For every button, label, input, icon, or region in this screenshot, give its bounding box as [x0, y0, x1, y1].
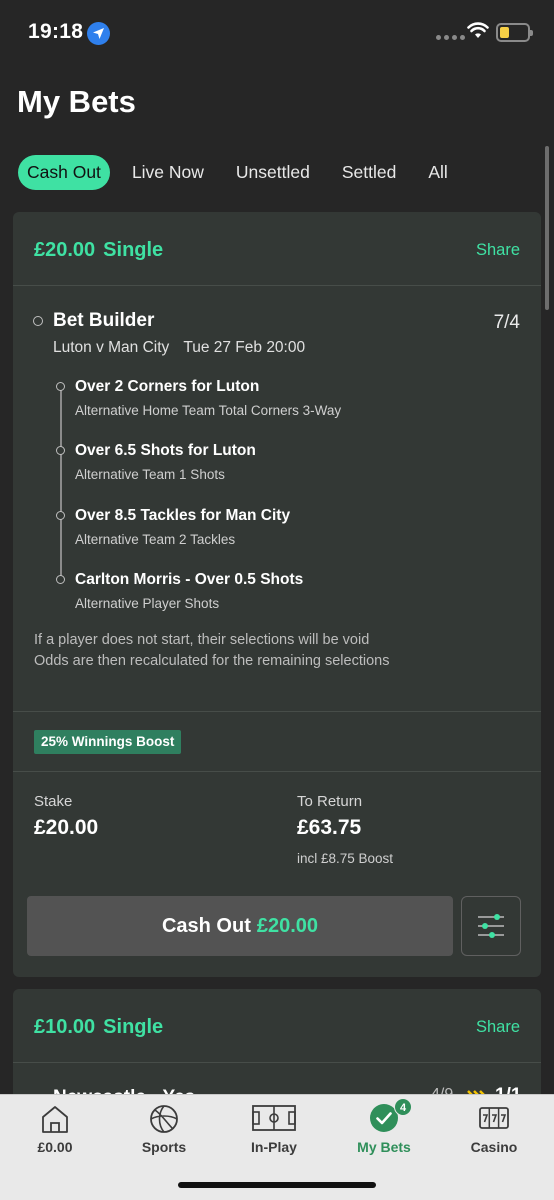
selection-name: Over 2 Corners for Luton: [75, 378, 260, 395]
bet-stake-title: £20.00 Single: [34, 239, 163, 262]
selection-market: Alternative Team 2 Tackles: [75, 532, 236, 547]
selection-circle-icon: [56, 446, 65, 455]
selection-market: Alternative Player Shots: [75, 596, 220, 611]
tab-cash-out[interactable]: Cash Out: [18, 155, 110, 190]
divider: [13, 771, 541, 772]
nav-sports[interactable]: Sports: [109, 1095, 219, 1167]
bet-stake-amount: £20.00: [34, 239, 96, 261]
selection-item: Over 2 Corners for Luton Alternative Hom…: [75, 378, 341, 418]
bet-odds: 7/4: [493, 312, 520, 333]
void-rules-note: If a player does not start, their select…: [34, 630, 389, 672]
clock: 19:18: [28, 20, 84, 43]
share-button[interactable]: Share: [476, 241, 520, 260]
nav-in-play[interactable]: In-Play: [219, 1095, 329, 1167]
nav-label: My Bets: [357, 1139, 411, 1155]
nav-casino[interactable]: Casino: [439, 1095, 549, 1167]
to-return-label: To Return: [297, 793, 363, 810]
tab-all[interactable]: All: [418, 155, 457, 190]
selection-connector-line: [60, 389, 62, 579]
tab-settled[interactable]: Settled: [332, 155, 406, 190]
bet-card-header: £20.00 Single Share: [13, 212, 541, 286]
bet-builder-circle-icon: [33, 316, 43, 326]
bet-builder-title: Bet Builder: [53, 310, 155, 331]
selection-item: Carlton Morris - Over 0.5 Shots Alternat…: [75, 571, 303, 611]
nav-label: In-Play: [251, 1139, 297, 1155]
bet-type: Single: [103, 1016, 164, 1038]
bet-type: Single: [103, 239, 164, 261]
nav-label: Casino: [470, 1139, 518, 1155]
bet-card: £20.00 Single Share Bet Builder 7/4 Luton…: [13, 212, 541, 977]
divider: [13, 711, 541, 712]
bets-count-badge: 4: [394, 1098, 412, 1116]
void-rules-line: If a player does not start, their select…: [34, 632, 370, 648]
to-return-value: £63.75: [297, 816, 362, 839]
bet-card-header: £10.00 Single Share: [13, 989, 541, 1063]
slot-machine-icon: [479, 1107, 509, 1129]
boost-included-note: incl £8.75 Boost: [297, 851, 394, 866]
location-arrow-icon: [87, 22, 110, 45]
nav-label: Sports: [141, 1139, 187, 1155]
cash-out-label: Cash Out: [161, 914, 251, 937]
nav-label: £0.00: [37, 1139, 73, 1155]
bet-stake-amount: £10.00: [34, 1016, 96, 1038]
selection-circle-icon: [56, 382, 65, 391]
selection-market: Alternative Home Team Total Corners 3-Wa…: [75, 403, 342, 418]
home-indicator[interactable]: [178, 1182, 376, 1188]
nav-home[interactable]: £0.00: [0, 1095, 110, 1167]
selection-name: Over 8.5 Tackles for Man City: [75, 507, 291, 524]
selection-item: Over 6.5 Shots for Luton Alternative Tea…: [75, 442, 256, 482]
tab-live-now[interactable]: Live Now: [122, 155, 214, 190]
share-button[interactable]: Share: [476, 1018, 520, 1037]
selection-circle-icon: [56, 575, 65, 584]
bet-stake-title: £10.00 Single: [34, 1016, 163, 1039]
football-icon: [150, 1105, 178, 1133]
selection-name: Over 6.5 Shots for Luton: [75, 442, 256, 459]
event-name: Luton v Man City: [53, 339, 170, 356]
battery-icon: [496, 23, 533, 42]
stake-label: Stake: [34, 793, 73, 810]
scrollbar[interactable]: [545, 146, 549, 310]
winnings-boost-badge: 25% Winnings Boost: [34, 730, 182, 754]
cash-out-button[interactable]: Cash Out £20.00: [27, 896, 453, 956]
selection-circle-icon: [56, 511, 65, 520]
nav-my-bets[interactable]: 4 My Bets: [329, 1095, 439, 1167]
event-info: Luton v Man City Tue 27 Feb 20:00: [53, 339, 305, 357]
event-datetime: Tue 27 Feb 20:00: [183, 339, 306, 356]
home-icon: [42, 1106, 68, 1133]
tab-unsettled[interactable]: Unsettled: [226, 155, 320, 190]
bet-filter-tabs: Cash Out Live Now Unsettled Settled All: [18, 155, 470, 190]
cash-out-settings-button[interactable]: [461, 896, 521, 956]
selection-name: Carlton Morris - Over 0.5 Shots: [75, 571, 304, 588]
status-bar: 19:18: [0, 0, 554, 68]
stake-value: £20.00: [34, 816, 99, 839]
selection-market: Alternative Team 1 Shots: [75, 467, 225, 482]
void-rules-line: Odds are then recalculated for the remai…: [34, 653, 390, 669]
pitch-icon: [252, 1105, 296, 1131]
cash-out-amount: £20.00: [256, 914, 319, 937]
sliders-icon: [478, 914, 504, 938]
wifi-icon: [467, 22, 489, 38]
page-title: My Bets: [17, 84, 136, 119]
selection-item: Over 8.5 Tackles for Man City Alternativ…: [75, 507, 290, 547]
signal-dots-icon: [436, 35, 465, 40]
